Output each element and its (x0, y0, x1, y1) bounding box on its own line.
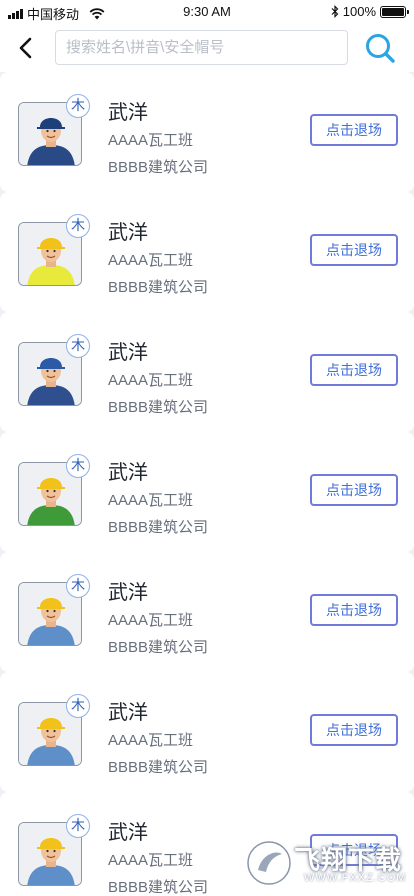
team-name: AAAA瓦工班 (108, 612, 194, 629)
team-name: AAAA瓦工班 (108, 132, 194, 149)
back-arrow-icon (19, 37, 32, 59)
avatar-wrap: 木 (18, 454, 90, 526)
status-right: 100% (331, 4, 409, 19)
status-bar: 中国移动 9:30 AM 100% (0, 0, 414, 24)
exit-button[interactable]: 点击退场 (310, 234, 398, 266)
search-icon (366, 34, 395, 63)
worker-card-1: 木 武洋 AAAA瓦工班 BBBB建筑公司 点击退场 (0, 72, 414, 192)
badge: 木 (66, 814, 90, 838)
badge: 木 (66, 574, 90, 598)
worker-name: 武洋 (108, 582, 148, 604)
badge: 木 (66, 214, 90, 238)
avatar-wrap: 木 (18, 694, 90, 766)
company-name: BBBB建筑公司 (108, 399, 209, 416)
worker-card-7: 木 武洋 AAAA瓦工班 BBBB建筑公司 点击退场 (0, 792, 414, 896)
bluetooth-icon (331, 5, 339, 18)
badge: 木 (66, 454, 90, 478)
worker-name: 武洋 (108, 702, 148, 724)
company-name: BBBB建筑公司 (108, 159, 209, 176)
exit-button[interactable]: 点击退场 (310, 594, 398, 626)
search-button[interactable] (364, 32, 396, 64)
search-input[interactable] (56, 31, 347, 64)
exit-button[interactable]: 点击退场 (310, 714, 398, 746)
avatar-wrap: 木 (18, 94, 90, 166)
team-name: AAAA瓦工班 (108, 732, 194, 749)
worker-name: 武洋 (108, 342, 148, 364)
exit-button[interactable]: 点击退场 (310, 354, 398, 386)
badge: 木 (66, 334, 90, 358)
avatar-wrap: 木 (18, 814, 90, 886)
worker-name: 武洋 (108, 102, 148, 124)
worker-card-6: 木 武洋 AAAA瓦工班 BBBB建筑公司 点击退场 (0, 672, 414, 792)
worker-card-3: 木 武洋 AAAA瓦工班 BBBB建筑公司 点击退场 (0, 312, 414, 432)
worker-card-5: 木 武洋 AAAA瓦工班 BBBB建筑公司 点击退场 (0, 552, 414, 672)
avatar-wrap: 木 (18, 214, 90, 286)
exit-button[interactable]: 点击退场 (310, 474, 398, 506)
exit-button[interactable]: 点击退场 (310, 114, 398, 146)
exit-button[interactable]: 点击退场 (310, 834, 398, 866)
battery-icon (380, 5, 409, 18)
back-button[interactable] (12, 34, 40, 62)
company-name: BBBB建筑公司 (108, 279, 209, 296)
worker-card-2: 木 武洋 AAAA瓦工班 BBBB建筑公司 点击退场 (0, 192, 414, 312)
worker-name: 武洋 (108, 822, 148, 844)
team-name: AAAA瓦工班 (108, 852, 194, 869)
search-box (55, 30, 348, 65)
badge: 木 (66, 94, 90, 118)
team-name: AAAA瓦工班 (108, 252, 194, 269)
worker-name: 武洋 (108, 462, 148, 484)
worker-name: 武洋 (108, 222, 148, 244)
avatar-wrap: 木 (18, 334, 90, 406)
badge: 木 (66, 694, 90, 718)
worker-card-4: 木 武洋 AAAA瓦工班 BBBB建筑公司 点击退场 (0, 432, 414, 552)
battery-percent: 100% (342, 4, 376, 19)
company-name: BBBB建筑公司 (108, 759, 209, 776)
avatar-wrap: 木 (18, 574, 90, 646)
team-name: AAAA瓦工班 (108, 492, 194, 509)
company-name: BBBB建筑公司 (108, 639, 209, 656)
team-name: AAAA瓦工班 (108, 372, 194, 389)
search-header (0, 24, 414, 72)
company-name: BBBB建筑公司 (108, 519, 209, 536)
worker-list: 木 武洋 AAAA瓦工班 BBBB建筑公司 点击退场 木 武洋 AAAA瓦工班 … (0, 72, 414, 896)
company-name: BBBB建筑公司 (108, 879, 209, 896)
